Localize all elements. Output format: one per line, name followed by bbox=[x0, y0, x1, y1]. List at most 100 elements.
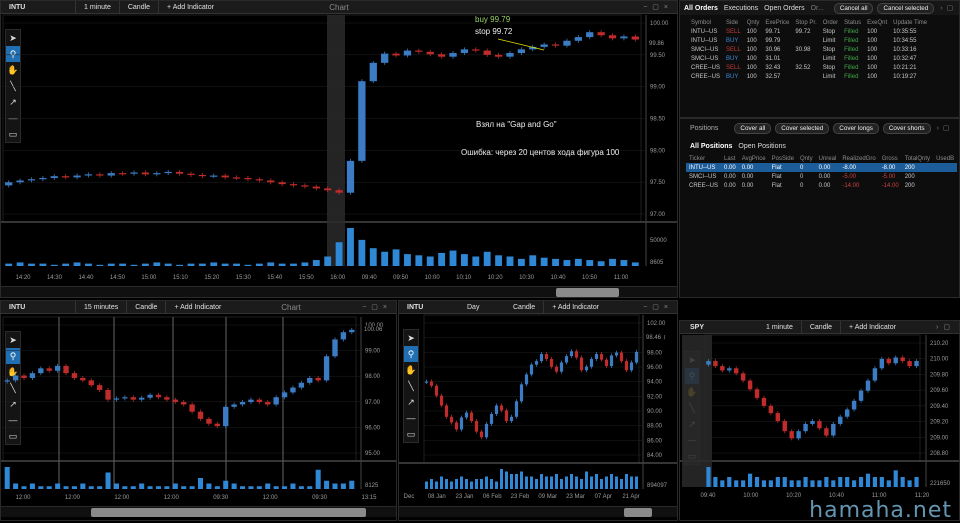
candle-body bbox=[307, 378, 312, 383]
chart-15min-canvas[interactable]: 100.0099.0098.0097.0096.0095.008125100.0… bbox=[1, 301, 397, 521]
cover-selected-button[interactable]: Cover selected bbox=[775, 123, 829, 134]
column-header[interactable]: UsedB bbox=[933, 154, 957, 163]
chart-day-canvas[interactable]: 102.00100.0098.0096.0094.0092.0090.0088.… bbox=[399, 301, 678, 521]
price-tick-label: 99.00 bbox=[650, 85, 666, 91]
column-header[interactable]: Symbol bbox=[688, 18, 723, 27]
table-cell: -14.00 bbox=[879, 181, 902, 190]
time-tick-label: 15:40 bbox=[267, 275, 283, 281]
candle-body bbox=[810, 421, 814, 424]
orders-window-controls[interactable]: ›▢ bbox=[940, 4, 957, 12]
table-cell: 0 bbox=[797, 163, 816, 172]
table-cell: 0.00 bbox=[721, 181, 739, 190]
time-tick-label: 10:20 bbox=[786, 493, 802, 499]
column-header[interactable]: Ticker bbox=[686, 154, 721, 163]
column-header[interactable]: Order bbox=[820, 18, 841, 27]
cancel-selected-button[interactable]: Cancel selected bbox=[877, 3, 934, 14]
main-scroll-thumb[interactable] bbox=[556, 288, 619, 297]
cancel-all-button[interactable]: Cancel all bbox=[834, 3, 874, 14]
candle-body bbox=[290, 184, 297, 185]
table-row[interactable]: INTU--USBUY10099.79LimitFilled10010:34:5… bbox=[688, 36, 930, 45]
column-header[interactable]: Last bbox=[721, 154, 739, 163]
volume-bar bbox=[555, 474, 558, 489]
candle-body bbox=[585, 367, 588, 371]
volume-bar bbox=[427, 257, 434, 267]
candle-body bbox=[900, 357, 904, 361]
c15-scroll-thumb[interactable] bbox=[91, 508, 366, 517]
cover-shorts-button[interactable]: Cover shorts bbox=[883, 123, 931, 134]
volume-bar bbox=[465, 479, 468, 489]
volume-bar bbox=[727, 477, 731, 487]
volume-bar bbox=[515, 474, 518, 489]
candle-body bbox=[341, 332, 346, 339]
column-header[interactable]: ExeQnt bbox=[864, 18, 890, 27]
day-scroll-thumb[interactable] bbox=[624, 508, 652, 517]
tab-executions[interactable]: Executions bbox=[724, 5, 758, 12]
stop-annotation: stop 99.72 bbox=[475, 27, 512, 36]
volume-bar bbox=[455, 479, 458, 489]
session-shade bbox=[327, 15, 345, 266]
price-tick-label: 208.80 bbox=[930, 451, 949, 457]
column-header[interactable]: PosSide bbox=[769, 154, 797, 163]
column-header[interactable]: RealizedGro bbox=[839, 154, 878, 163]
volume-bar bbox=[279, 264, 286, 266]
table-row[interactable]: SMCI--USSELL10030.9630.98StopFilled10010… bbox=[688, 45, 930, 54]
candle-body bbox=[880, 359, 884, 368]
column-header[interactable]: Qnty bbox=[744, 18, 763, 27]
column-header[interactable]: ExePrice bbox=[762, 18, 792, 27]
volume-bar bbox=[393, 249, 400, 266]
table-row[interactable]: CREE--USSELL10032.4332.52StopFilled10010… bbox=[688, 63, 930, 72]
volume-bar bbox=[575, 259, 582, 266]
tab-all-positions[interactable]: All Positions bbox=[690, 143, 732, 150]
volume-bar bbox=[267, 262, 274, 266]
volume-bar bbox=[838, 477, 842, 487]
candle-body bbox=[470, 413, 473, 421]
table-row[interactable]: SMCI--US0.000.00Flat00.00-5.00-5.00200 bbox=[686, 172, 957, 181]
candle-body bbox=[173, 400, 178, 402]
candle-body bbox=[600, 354, 603, 360]
candle-body bbox=[866, 381, 870, 391]
time-tick-label: 10:10 bbox=[456, 275, 472, 281]
volume-bar bbox=[518, 259, 525, 266]
column-header[interactable]: Unreal bbox=[816, 154, 840, 163]
tab-more[interactable]: Or... bbox=[811, 5, 824, 12]
volume-bar bbox=[495, 255, 502, 266]
column-header[interactable]: Side bbox=[723, 18, 744, 27]
cover-all-button[interactable]: Cover all bbox=[734, 123, 771, 134]
main-scrollbar[interactable] bbox=[1, 286, 678, 297]
cover-longs-button[interactable]: Cover longs bbox=[833, 123, 879, 134]
chart-spy-canvas[interactable]: 210.20210.00209.80209.60209.40209.20209.… bbox=[680, 321, 960, 521]
day-scrollbar[interactable] bbox=[399, 506, 678, 517]
candle-body bbox=[231, 404, 236, 406]
table-row[interactable]: INTU--USSELL10099.7199.72StopFilled10010… bbox=[688, 27, 930, 36]
table-cell: SMCI--US bbox=[688, 45, 723, 54]
table-row[interactable]: CREE--USBUY10032.57LimitFilled10010:19:2… bbox=[688, 72, 930, 81]
table-row[interactable]: SMCI--USBUY10031.01LimitFilled10010:32:4… bbox=[688, 54, 930, 63]
candle-body bbox=[490, 414, 493, 424]
volume-bar bbox=[507, 257, 514, 267]
candle-body bbox=[914, 361, 918, 366]
volume-bar bbox=[859, 477, 863, 487]
tab-open-orders[interactable]: Open Orders bbox=[764, 5, 804, 12]
volume-bar bbox=[575, 477, 578, 490]
table-row[interactable]: INTU--US0.000.00Flat00.00-8.00-8.00200 bbox=[686, 163, 957, 172]
c15-scrollbar[interactable] bbox=[1, 506, 397, 517]
candle-body bbox=[301, 185, 308, 186]
tab-open-positions[interactable]: Open Positions bbox=[738, 143, 785, 150]
table-row[interactable]: CREE--US0.000.00Flat00.00-14.00-14.00200 bbox=[686, 181, 957, 190]
column-header[interactable]: AvgPrice bbox=[739, 154, 769, 163]
column-header[interactable]: Update Time bbox=[890, 18, 930, 27]
candle-body bbox=[706, 361, 710, 365]
tab-all-orders[interactable]: All Orders bbox=[684, 5, 718, 12]
column-header[interactable]: Qnty bbox=[797, 154, 816, 163]
candle-body bbox=[257, 400, 262, 402]
candle-body bbox=[748, 381, 752, 390]
column-header[interactable]: Stop Pr. bbox=[792, 18, 819, 27]
column-header[interactable]: Status bbox=[841, 18, 864, 27]
volume-bar bbox=[475, 479, 478, 489]
candle-body bbox=[480, 432, 483, 438]
table-cell: 32.52 bbox=[792, 63, 819, 72]
volume-last-label: 221650 bbox=[930, 481, 951, 487]
column-header[interactable]: TotalQnty bbox=[902, 154, 933, 163]
column-header[interactable]: Gross bbox=[879, 154, 902, 163]
positions-window-controls[interactable]: ›▢ bbox=[937, 124, 954, 132]
